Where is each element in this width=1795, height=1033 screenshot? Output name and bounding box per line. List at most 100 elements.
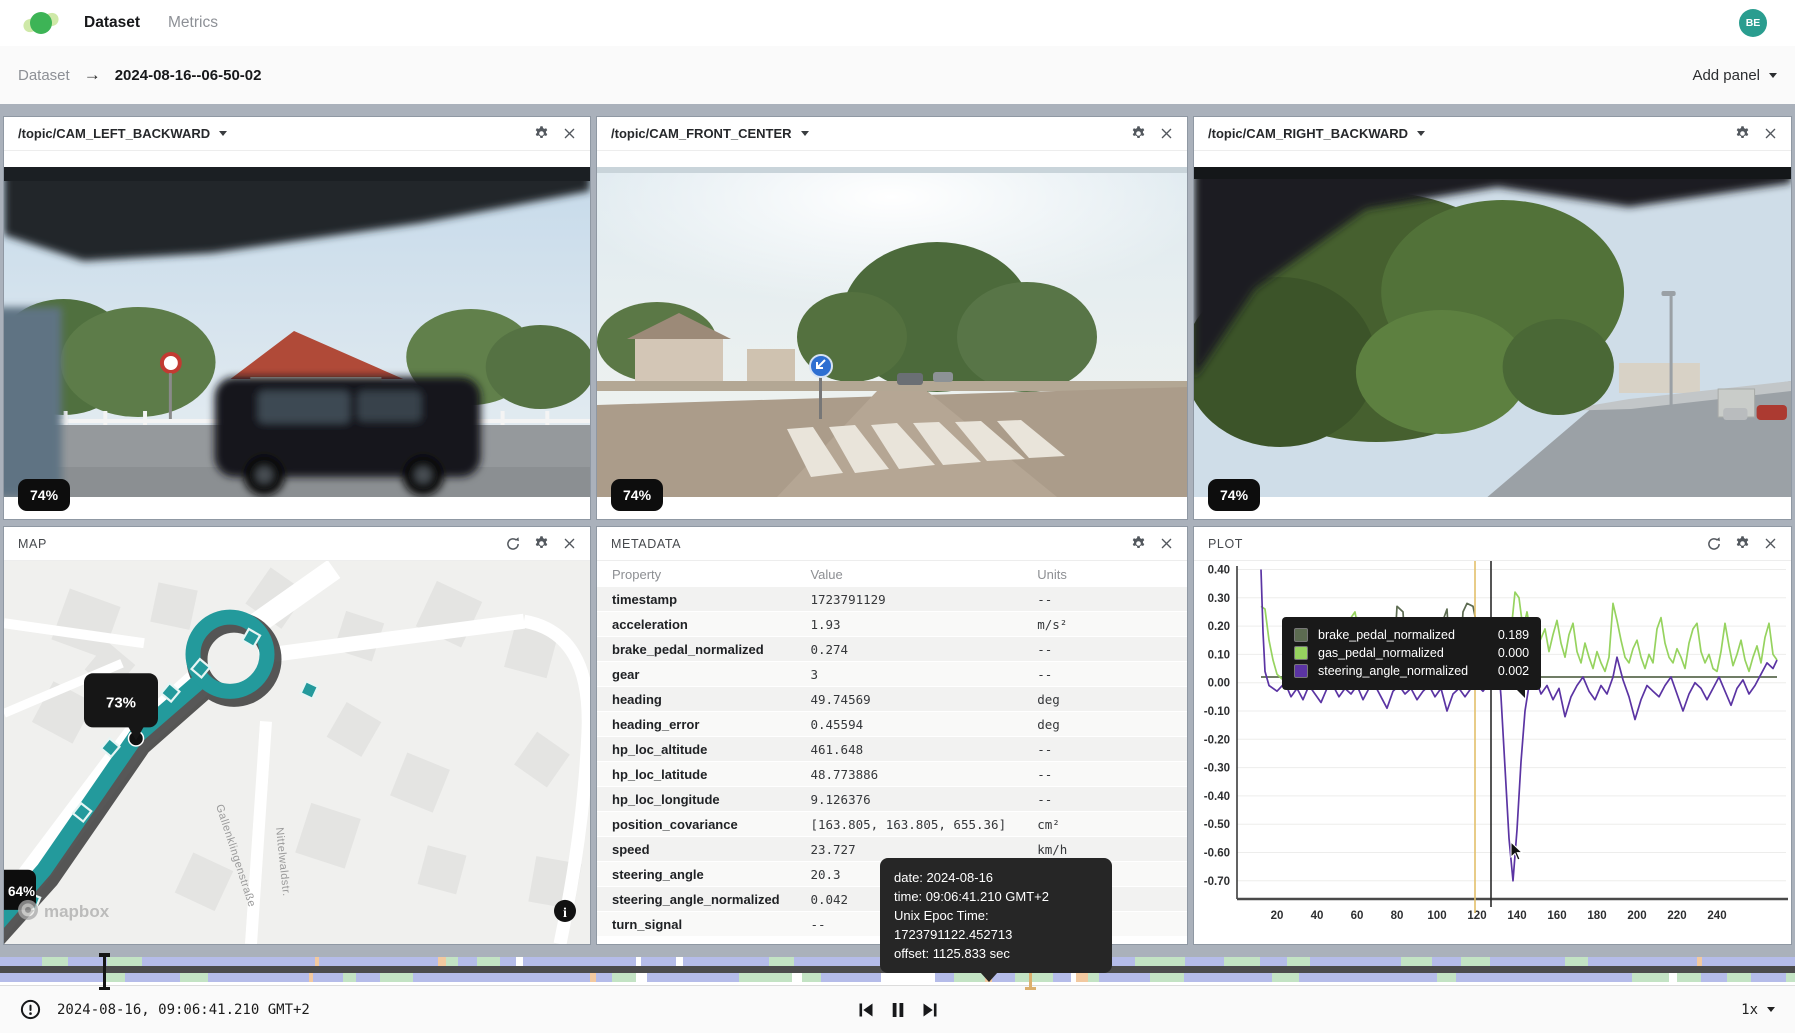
panel-title: METADATA xyxy=(611,537,681,551)
y-axis-tick: 0.20 xyxy=(1208,621,1230,633)
y-axis-tick: 0.10 xyxy=(1208,649,1230,661)
map-info-button[interactable]: i xyxy=(554,900,576,922)
metadata-cell: 461.648 xyxy=(810,742,1037,757)
timeline-hover-cursor[interactable] xyxy=(103,953,106,990)
panel-settings-button[interactable] xyxy=(1125,531,1151,557)
panel-close-button[interactable] xyxy=(556,531,582,557)
app-logo-icon[interactable] xyxy=(28,10,54,36)
metadata-cell: hp_loc_latitude xyxy=(612,767,810,782)
breadcrumb-current: 2024-08-16--06-50-02 xyxy=(115,67,262,84)
panel-refresh-button[interactable] xyxy=(1701,531,1727,557)
chevron-down-icon xyxy=(1767,1007,1775,1012)
user-avatar[interactable]: BE xyxy=(1739,9,1767,37)
gear-icon xyxy=(533,125,550,142)
panel-settings-button[interactable] xyxy=(1729,531,1755,557)
add-panel-button[interactable]: Add panel xyxy=(1692,67,1777,84)
x-axis-tick: 140 xyxy=(1507,910,1526,922)
metadata-cell: steering_angle_normalized xyxy=(612,892,810,907)
breadcrumb-root[interactable]: Dataset xyxy=(18,67,70,84)
panel-settings-button[interactable] xyxy=(1125,121,1151,147)
panel-header: /topic/CAM_RIGHT_BACKWARD xyxy=(1194,117,1791,151)
confidence-badge: 74% xyxy=(18,479,70,511)
metadata-cell: position_covariance xyxy=(612,817,810,832)
plot-hover-legend: brake_pedal_normalized0.189gas_pedal_nor… xyxy=(1282,617,1541,690)
panel-title: PLOT xyxy=(1208,537,1243,551)
metadata-row: gear3-- xyxy=(597,662,1187,687)
y-axis-tick: -0.20 xyxy=(1204,734,1230,746)
map-canvas: 73% 64% Gallenklingenstraße Nittelwaldst… xyxy=(4,561,590,944)
gear-icon xyxy=(533,535,550,552)
metadata-cell: -- xyxy=(1037,792,1179,807)
svg-text:i: i xyxy=(563,906,567,921)
skip-back-button[interactable] xyxy=(855,1000,876,1020)
x-axis-tick: 220 xyxy=(1667,910,1686,922)
legend-value: 0.189 xyxy=(1477,626,1529,644)
pause-icon xyxy=(890,1002,905,1018)
pause-button[interactable] xyxy=(888,1000,907,1020)
panel-cam-right-backward: /topic/CAM_RIGHT_BACKWARD xyxy=(1193,116,1792,520)
arrow-right-icon: → xyxy=(84,65,101,85)
metadata-cell: hp_loc_altitude xyxy=(612,742,810,757)
metadata-row: timestamp1723791129-- xyxy=(597,587,1187,612)
svg-text:mapbox: mapbox xyxy=(44,902,110,921)
metadata-cell: km/h xyxy=(1037,842,1179,857)
y-axis-tick: 0.30 xyxy=(1208,593,1230,605)
playback-speed-selector[interactable]: 1x xyxy=(1741,1002,1775,1018)
skip-forward-button[interactable] xyxy=(919,1000,940,1020)
x-axis-tick: 200 xyxy=(1627,910,1646,922)
add-panel-label: Add panel xyxy=(1692,67,1760,84)
metadata-cell: 1723791129 xyxy=(810,592,1037,607)
gear-icon xyxy=(1130,125,1147,142)
y-axis-tick: -0.70 xyxy=(1204,876,1230,888)
panel-header: METADATA xyxy=(597,527,1187,561)
topic-selector[interactable]: /topic/CAM_RIGHT_BACKWARD xyxy=(1208,126,1425,141)
camera-view: 74% xyxy=(597,151,1187,519)
panel-header: PLOT xyxy=(1194,527,1791,561)
vehicle-red-car xyxy=(1757,405,1787,420)
legend-item: steering_angle_normalized0.002 xyxy=(1294,662,1529,680)
metadata-row: hp_loc_altitude461.648-- xyxy=(597,737,1187,762)
close-icon xyxy=(562,126,577,141)
svg-text:64%: 64% xyxy=(8,884,35,899)
x-axis-tick: 240 xyxy=(1707,910,1726,922)
tab-metrics[interactable]: Metrics xyxy=(168,14,218,32)
metadata-cell: brake_pedal_normalized xyxy=(612,642,810,657)
y-axis-tick: 0.00 xyxy=(1208,678,1230,690)
panel-close-button[interactable] xyxy=(556,121,582,147)
svg-text:73%: 73% xyxy=(106,694,136,711)
metadata-row: heading_error0.45594deg xyxy=(597,712,1187,737)
metadata-cell: heading xyxy=(612,692,810,707)
tab-dataset[interactable]: Dataset xyxy=(84,14,140,32)
legend-swatch xyxy=(1294,628,1308,642)
current-timestamp: 2024-08-16, 09:06:41.210 GMT+2 xyxy=(57,1002,310,1018)
panel-settings-button[interactable] xyxy=(528,531,554,557)
chevron-down-icon xyxy=(1417,131,1425,136)
timeline-strip-bottom[interactable] xyxy=(0,973,1795,982)
panel-close-button[interactable] xyxy=(1153,531,1179,557)
plot-area[interactable]: 0.400.300.200.100.00-0.10-0.20-0.30-0.40… xyxy=(1194,561,1791,944)
playhead-tooltip: date: 2024-08-16time: 09:06:41.210 GMT+2… xyxy=(880,858,1112,973)
x-axis-tick: 80 xyxy=(1391,910,1404,922)
panel-close-button[interactable] xyxy=(1757,531,1783,557)
x-axis-tick: 180 xyxy=(1587,910,1606,922)
panel-refresh-button[interactable] xyxy=(500,531,526,557)
panel-plot: PLOT 0.400.300.200.100.00-0.10-0.20-0.30… xyxy=(1193,526,1792,945)
panel-close-button[interactable] xyxy=(1153,121,1179,147)
topic-selector[interactable]: /topic/CAM_LEFT_BACKWARD xyxy=(18,126,227,141)
topic-selector[interactable]: /topic/CAM_FRONT_CENTER xyxy=(611,126,809,141)
vehicle-gray-car xyxy=(1723,408,1747,420)
panel-settings-button[interactable] xyxy=(528,121,554,147)
chevron-down-icon xyxy=(1769,73,1777,78)
x-axis-tick: 100 xyxy=(1427,910,1446,922)
panel-close-button[interactable] xyxy=(1757,121,1783,147)
metadata-cell: 9.126376 xyxy=(810,792,1037,807)
legend-swatch xyxy=(1294,664,1308,678)
metadata-cell: 0.274 xyxy=(810,642,1037,657)
confidence-badge: 74% xyxy=(611,479,663,511)
map-view[interactable]: 73% 64% Gallenklingenstraße Nittelwaldst… xyxy=(4,561,590,944)
close-icon xyxy=(1159,126,1174,141)
alert-icon[interactable] xyxy=(20,999,41,1020)
mapbox-logo[interactable]: mapbox xyxy=(18,900,110,921)
y-axis-tick: -0.30 xyxy=(1204,763,1230,775)
panel-settings-button[interactable] xyxy=(1729,121,1755,147)
